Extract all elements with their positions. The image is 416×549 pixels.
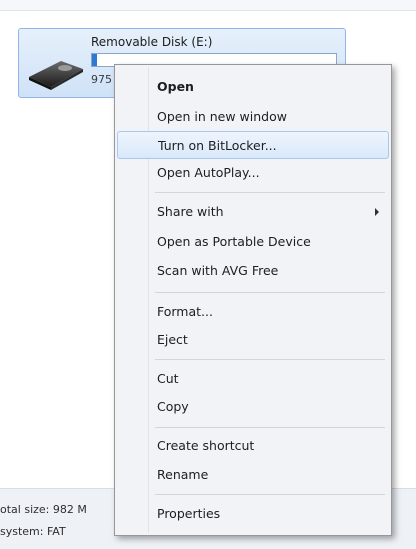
menu-label-rename: Rename bbox=[157, 467, 209, 482]
menu-item-cut[interactable]: Cut bbox=[117, 365, 389, 393]
menu-label-properties: Properties bbox=[157, 506, 221, 521]
menu-item-open-autoplay[interactable]: Open AutoPlay... bbox=[117, 159, 389, 187]
menu-item-open-new-window[interactable]: Open in new window bbox=[117, 103, 389, 131]
menu-item-create-shortcut[interactable]: Create shortcut bbox=[117, 432, 389, 460]
menu-label-open-autoplay: Open AutoPlay... bbox=[157, 165, 260, 180]
drive-name: Removable Disk (E:) bbox=[91, 35, 213, 49]
menu-label-scan-avg: Scan with AVG Free bbox=[157, 263, 279, 278]
menu-label-cut: Cut bbox=[157, 371, 179, 386]
menu-item-rename[interactable]: Rename bbox=[117, 461, 389, 489]
removable-drive-icon bbox=[29, 61, 83, 90]
window-top-strip bbox=[0, 0, 416, 10]
menu-item-copy[interactable]: Copy bbox=[117, 393, 389, 421]
file-system-text: system: FAT bbox=[0, 525, 66, 538]
menu-label-open-portable-device: Open as Portable Device bbox=[157, 234, 311, 249]
submenu-arrow-icon bbox=[375, 208, 379, 216]
top-divider bbox=[0, 10, 416, 11]
menu-label-eject: Eject bbox=[157, 332, 188, 347]
menu-item-eject[interactable]: Eject bbox=[117, 326, 389, 354]
menu-item-scan-avg[interactable]: Scan with AVG Free bbox=[117, 257, 389, 285]
drive-size-text: 975 bbox=[91, 73, 112, 86]
menu-separator bbox=[155, 494, 385, 495]
context-menu: Open Open in new window Turn on BitLocke… bbox=[114, 64, 392, 536]
menu-label-format: Format... bbox=[157, 304, 213, 319]
menu-item-format[interactable]: Format... bbox=[117, 298, 389, 326]
menu-item-properties[interactable]: Properties bbox=[117, 500, 389, 528]
total-size-text: otal size: 982 M bbox=[0, 503, 87, 516]
menu-label-copy: Copy bbox=[157, 399, 189, 414]
menu-item-open[interactable]: Open bbox=[117, 73, 389, 101]
menu-separator bbox=[155, 359, 385, 360]
menu-label-share-with: Share with bbox=[157, 204, 224, 219]
menu-separator bbox=[155, 427, 385, 428]
menu-label-turn-on-bitlocker: Turn on BitLocker... bbox=[158, 138, 277, 153]
menu-label-open-new-window: Open in new window bbox=[157, 109, 287, 124]
menu-separator bbox=[155, 192, 385, 193]
menu-label-open: Open bbox=[157, 79, 194, 94]
menu-item-turn-on-bitlocker[interactable]: Turn on BitLocker... bbox=[117, 131, 389, 159]
drive-usage-fill bbox=[92, 54, 97, 66]
menu-label-create-shortcut: Create shortcut bbox=[157, 438, 255, 453]
menu-separator bbox=[155, 292, 385, 293]
menu-item-share-with[interactable]: Share with bbox=[117, 198, 389, 226]
menu-item-open-portable-device[interactable]: Open as Portable Device bbox=[117, 228, 389, 256]
